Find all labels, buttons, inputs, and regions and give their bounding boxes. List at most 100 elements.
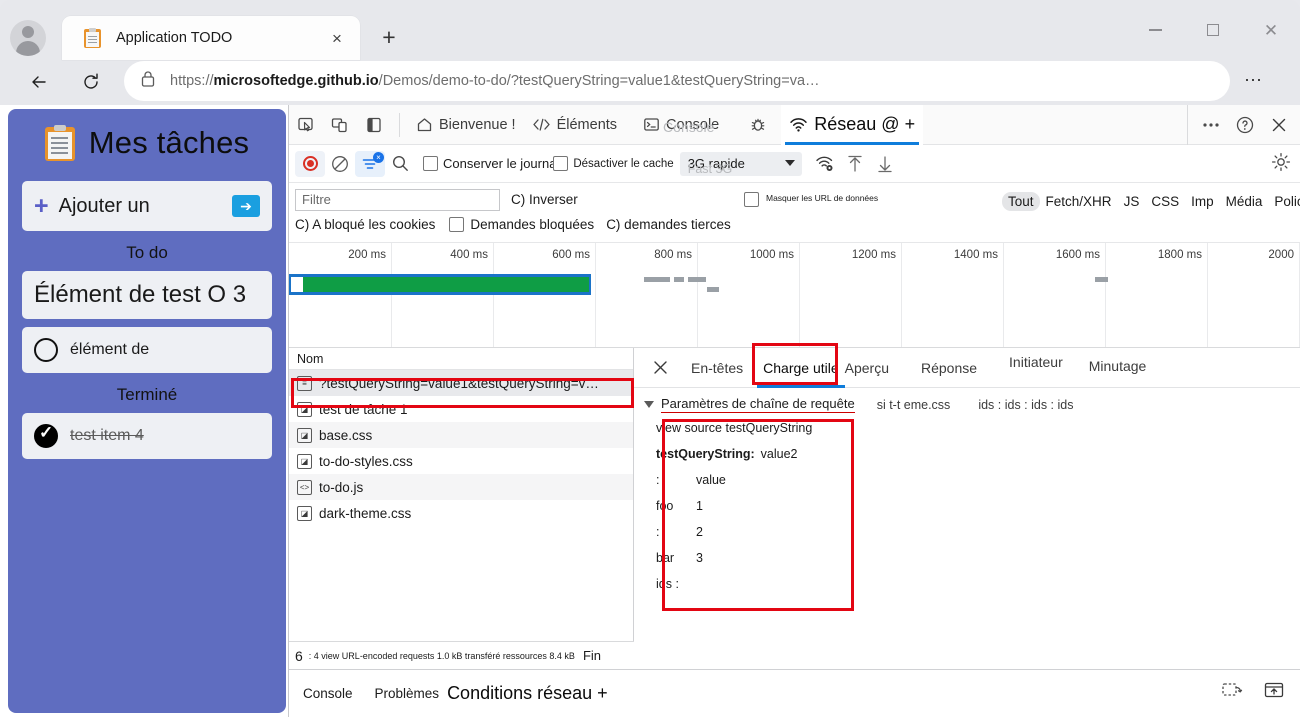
blocked-cookies-label[interactable]: C) A bloqué les cookies — [295, 217, 435, 232]
help-icon[interactable] — [1228, 108, 1262, 142]
request-name: to-do-styles.css — [319, 453, 413, 469]
table-row[interactable]: <> to-do.js — [289, 474, 633, 500]
console-icon — [643, 116, 660, 133]
request-detail-tabs: En-têtes Charge utile Aperçu Réponse Ini… — [634, 348, 1300, 388]
checkbox-checked-icon[interactable] — [34, 423, 58, 448]
clear-button[interactable] — [325, 151, 355, 177]
tab-reponse[interactable]: Réponse — [911, 348, 987, 388]
address-bar[interactable]: https://microsoftedge.github.io/Demos/de… — [124, 61, 1230, 101]
import-har-icon[interactable] — [840, 151, 870, 177]
checkbox-icon[interactable] — [34, 338, 58, 362]
section-label-done: Terminé — [116, 385, 178, 404]
address-bar-row: https://microsoftedge.github.io/Demos/de… — [0, 60, 1300, 105]
window-close-button[interactable]: ✕ — [1248, 10, 1294, 50]
table-row[interactable]: ◪ dark-theme.css — [289, 500, 633, 526]
disable-cache-checkbox-group[interactable]: Désactiver le cache — [553, 156, 674, 171]
list-item[interactable]: test item 4 — [22, 413, 272, 459]
request-name: test de tâche 1 — [319, 401, 408, 417]
filter-input[interactable]: Filtre — [295, 189, 500, 211]
list-item[interactable]: Élément de test O 3 — [22, 271, 272, 319]
tab-close-icon[interactable]: × — [324, 25, 350, 51]
reload-button[interactable] — [72, 63, 110, 101]
close-icon[interactable] — [1262, 108, 1296, 142]
type-filter-media[interactable]: Média — [1220, 192, 1269, 211]
drawer-tab-console[interactable]: Console — [303, 686, 353, 701]
table-row[interactable]: ◪ to-do-styles.css — [289, 448, 633, 474]
tab-apercu[interactable]: Aperçu — [835, 348, 899, 388]
table-row[interactable]: ◪ test de tâche 1 — [289, 396, 633, 422]
timeline-bar-small — [674, 277, 684, 282]
list-item[interactable]: élément de — [22, 327, 272, 373]
tab-console[interactable]: Console Console — [635, 105, 727, 145]
gear-icon[interactable] — [1270, 151, 1292, 178]
chevron-down-icon — [784, 159, 795, 166]
todo-app: Mes tâches + Ajouter un ➔ To do Élément … — [8, 109, 286, 713]
preserve-log-checkbox[interactable] — [423, 156, 438, 171]
type-filter-police[interactable]: Police — [1268, 192, 1300, 211]
tab-label: Console — [666, 116, 720, 133]
record-button[interactable] — [295, 150, 325, 177]
network-filter-bar: Filtre C) Inverser Masquer les URL de do… — [289, 183, 1300, 243]
screenshot-icon[interactable] — [1221, 680, 1243, 705]
more-icon[interactable] — [1194, 108, 1228, 142]
network-overview-timeline[interactable]: 200 ms 400 ms 600 ms 800 ms 1000 ms 1200… — [289, 243, 1300, 348]
table-row[interactable]: ◪ base.css — [289, 422, 633, 448]
filter-button[interactable]: × — [355, 150, 385, 177]
network-settings-icon[interactable] — [810, 151, 840, 177]
drawer-tab-problemes[interactable]: Problèmes — [375, 686, 440, 701]
browser-tab[interactable]: Application TODO × — [62, 16, 360, 60]
param-value: 2 — [696, 525, 703, 539]
drawer-tab-conditions-reseau[interactable]: Conditions réseau + — [447, 683, 608, 704]
tab-initiateur[interactable]: Initiateur — [999, 348, 1073, 388]
query-string-section-header[interactable]: Paramètres de chaîne de requête si t-t e… — [644, 396, 1290, 413]
tab-en-tetes[interactable]: En-têtes — [681, 348, 753, 388]
blocked-requests-checkbox[interactable] — [449, 217, 465, 232]
tab-minutage[interactable]: Minutage — [1079, 348, 1157, 388]
add-task-submit-icon[interactable]: ➔ — [232, 195, 260, 217]
view-source-row[interactable]: view source testQueryString — [656, 421, 838, 435]
dock-side-icon[interactable] — [357, 108, 391, 142]
param-key: : — [656, 525, 660, 539]
tab-bienvenue[interactable]: Bienvenue ! — [408, 105, 524, 145]
tab-reseau[interactable]: Réseau @ + — [781, 104, 924, 145]
window-minimize-button[interactable] — [1132, 10, 1178, 50]
window-maximize-button[interactable] — [1190, 10, 1236, 50]
tab-label: Réseau @ + — [814, 114, 916, 134]
disable-cache-checkbox[interactable] — [553, 156, 569, 171]
throttling-select[interactable]: Fast 3G 3G rapide — [679, 151, 802, 176]
request-name: base.css — [319, 427, 373, 443]
back-button[interactable] — [20, 63, 58, 101]
list-item: testQueryString: value2 — [656, 447, 838, 461]
type-filter-fetch-xhr[interactable]: Fetch/XHR — [1040, 192, 1118, 211]
detail-close-icon[interactable] — [640, 348, 681, 388]
type-filter-css[interactable]: CSS — [1145, 192, 1185, 211]
blocked-requests-checkbox-group[interactable]: Demandes bloquées — [449, 217, 594, 232]
export-har-icon[interactable] — [870, 151, 900, 177]
timeline-tick: 200 ms — [348, 249, 386, 261]
browser-settings-more-icon[interactable]: ⋯ — [1244, 70, 1263, 91]
type-filter-tout[interactable]: Tout — [1002, 191, 1040, 211]
profile-avatar-button[interactable] — [10, 20, 48, 58]
tab-elements[interactable]: Éléments — [524, 105, 625, 145]
invert-filter-label[interactable]: C) Inverser — [511, 192, 578, 207]
export-icon[interactable] — [1263, 680, 1285, 705]
type-filter-imp[interactable]: Imp — [1185, 192, 1220, 211]
new-tab-button[interactable]: + — [374, 22, 404, 52]
request-detail-panel: En-têtes Charge utile Aperçu Réponse Ini… — [634, 348, 1300, 669]
param-value: 1 — [696, 499, 703, 513]
type-filter-js[interactable]: JS — [1118, 192, 1146, 211]
task-label: Élément de test O 3 — [34, 281, 247, 308]
third-party-label[interactable]: C) demandes tierces — [606, 217, 731, 232]
tab-label: Éléments — [556, 116, 618, 133]
inspect-icon[interactable] — [289, 108, 323, 142]
hide-data-urls-checkbox[interactable] — [744, 192, 759, 207]
tab-issues-bug[interactable] — [741, 105, 781, 145]
timeline-tick: 1200 ms — [851, 249, 896, 261]
table-row[interactable]: ≡ ?testQueryString=value1&testQueryStrin… — [289, 370, 633, 396]
request-list-header[interactable]: Nom — [289, 348, 633, 370]
search-icon[interactable] — [385, 151, 415, 177]
add-task-input[interactable]: + Ajouter un ➔ — [22, 181, 272, 231]
param-key: : — [656, 473, 660, 487]
device-emulation-icon[interactable] — [323, 108, 357, 142]
preserve-log-checkbox-group[interactable]: Conserver le journal — [423, 156, 559, 171]
